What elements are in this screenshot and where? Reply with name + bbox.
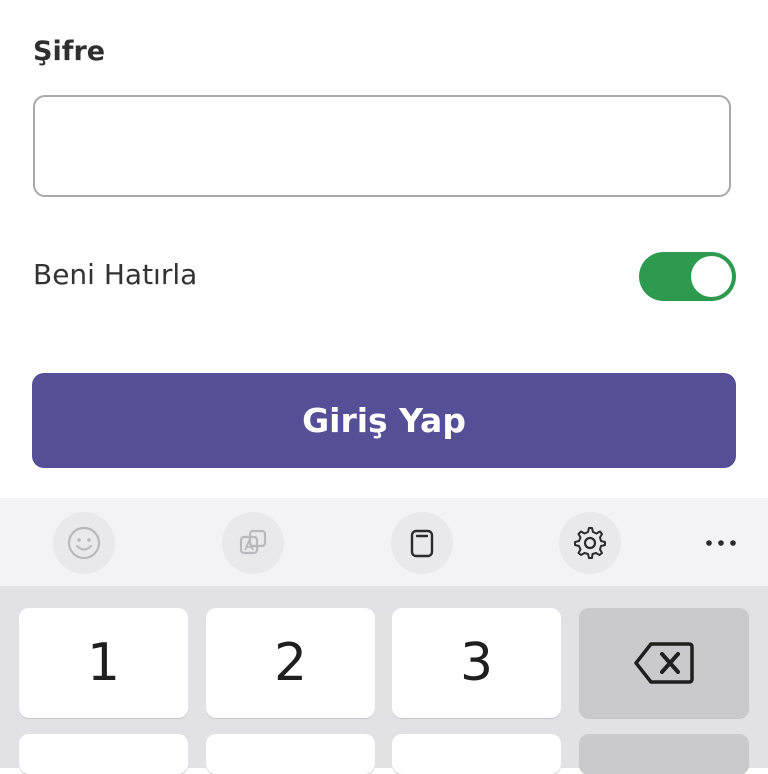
password-field[interactable]: [33, 95, 731, 197]
keyboard-toolbar: [0, 498, 768, 586]
remember-me-toggle[interactable]: [639, 252, 736, 301]
translate-icon: [239, 529, 267, 555]
key-2[interactable]: 2: [206, 608, 375, 718]
more-button[interactable]: [690, 512, 752, 574]
more-icon: [706, 540, 736, 546]
key-1[interactable]: 1: [19, 608, 188, 718]
clipboard-button[interactable]: [391, 512, 453, 574]
remember-me-label: Beni Hatırla: [33, 258, 198, 291]
backspace-icon: [634, 642, 694, 684]
settings-button[interactable]: [559, 512, 621, 574]
key-row2-d[interactable]: [579, 734, 749, 774]
key-row2-a[interactable]: [19, 734, 188, 774]
key-3[interactable]: 3: [392, 608, 561, 718]
backspace-key[interactable]: [579, 608, 749, 718]
translate-button[interactable]: [222, 512, 284, 574]
key-row2-c[interactable]: [392, 734, 561, 774]
emoji-icon: [67, 526, 101, 560]
gear-icon: [574, 527, 606, 559]
clipboard-icon: [410, 529, 434, 558]
login-button[interactable]: Giriş Yap: [32, 373, 736, 468]
key-row2-b[interactable]: [206, 734, 375, 774]
emoji-button[interactable]: [53, 512, 115, 574]
toggle-knob: [691, 256, 732, 297]
password-label: Şifre: [33, 36, 106, 67]
keyboard-keys: 1 2 3: [0, 586, 768, 774]
